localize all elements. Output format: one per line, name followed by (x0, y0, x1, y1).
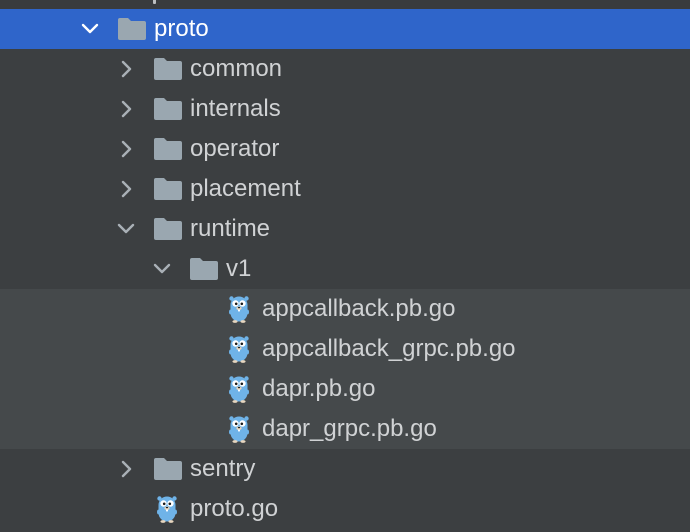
tree-row-placement[interactable]: placement (0, 169, 690, 209)
tree-row-label: dapr.pb.go (262, 375, 376, 402)
go-gopher-icon (157, 496, 177, 523)
folder-icon (154, 138, 182, 160)
tree-row-label: appcallback_grpc.pb.go (262, 335, 516, 362)
tree-row-runtime[interactable]: runtime (0, 209, 690, 249)
chevron-right-icon[interactable] (116, 137, 136, 161)
tree-row-operator[interactable]: operator (0, 129, 690, 169)
chevron-down-icon[interactable] (152, 257, 172, 281)
tree-row-label: dapr_grpc.pb.go (262, 415, 437, 442)
folder-icon (154, 458, 182, 480)
folder-icon (154, 178, 182, 200)
folder-icon (154, 58, 182, 80)
tree-row-v1[interactable]: v1 (0, 249, 690, 289)
tree-row-label: appcallback.pb.go (262, 295, 456, 322)
tree-row-label: internals (190, 95, 281, 122)
project-tree: proto common internals operator placemen… (0, 0, 690, 532)
tree-row-common[interactable]: common (0, 49, 690, 89)
tree-row-label: v1 (226, 255, 252, 282)
tree-row-label: placement (190, 175, 301, 202)
tree-row-sentry[interactable]: sentry (0, 449, 690, 489)
tree-row-dapr-grpc-pb-go[interactable]: dapr_grpc.pb.go (0, 409, 690, 449)
chevron-right-icon[interactable] (116, 97, 136, 121)
go-gopher-icon (229, 296, 249, 323)
chevron-down-icon[interactable] (80, 17, 100, 41)
tree-row-label: proto (154, 15, 209, 42)
folder-icon (154, 98, 182, 120)
chevron-down-icon[interactable] (116, 217, 136, 241)
tree-row-appcallback-pb-go[interactable]: appcallback.pb.go (0, 289, 690, 329)
folder-icon (118, 18, 146, 40)
go-gopher-icon (229, 416, 249, 443)
chevron-right-icon[interactable] (116, 457, 136, 481)
tree-row-proto[interactable]: proto (0, 9, 690, 49)
tree-row-proto-go[interactable]: proto.go (0, 489, 690, 529)
clipped-row-above (0, 0, 690, 9)
folder-icon (190, 258, 218, 280)
chevron-right-icon[interactable] (116, 57, 136, 81)
tree-row-label: runtime (190, 215, 271, 242)
tree-row-label: proto.go (190, 495, 279, 522)
clipped-text-fragment (153, 0, 156, 4)
tree-row-dapr-pb-go[interactable]: dapr.pb.go (0, 369, 690, 409)
tree-row-label: common (190, 55, 283, 82)
chevron-right-icon[interactable] (116, 177, 136, 201)
tree-row-internals[interactable]: internals (0, 89, 690, 129)
tree-row-label: sentry (190, 455, 256, 482)
folder-icon (154, 218, 182, 240)
go-gopher-icon (229, 376, 249, 403)
tree-row-label: operator (190, 135, 280, 162)
go-gopher-icon (229, 336, 249, 363)
tree-row-appcallback-grpc-pb-go[interactable]: appcallback_grpc.pb.go (0, 329, 690, 369)
